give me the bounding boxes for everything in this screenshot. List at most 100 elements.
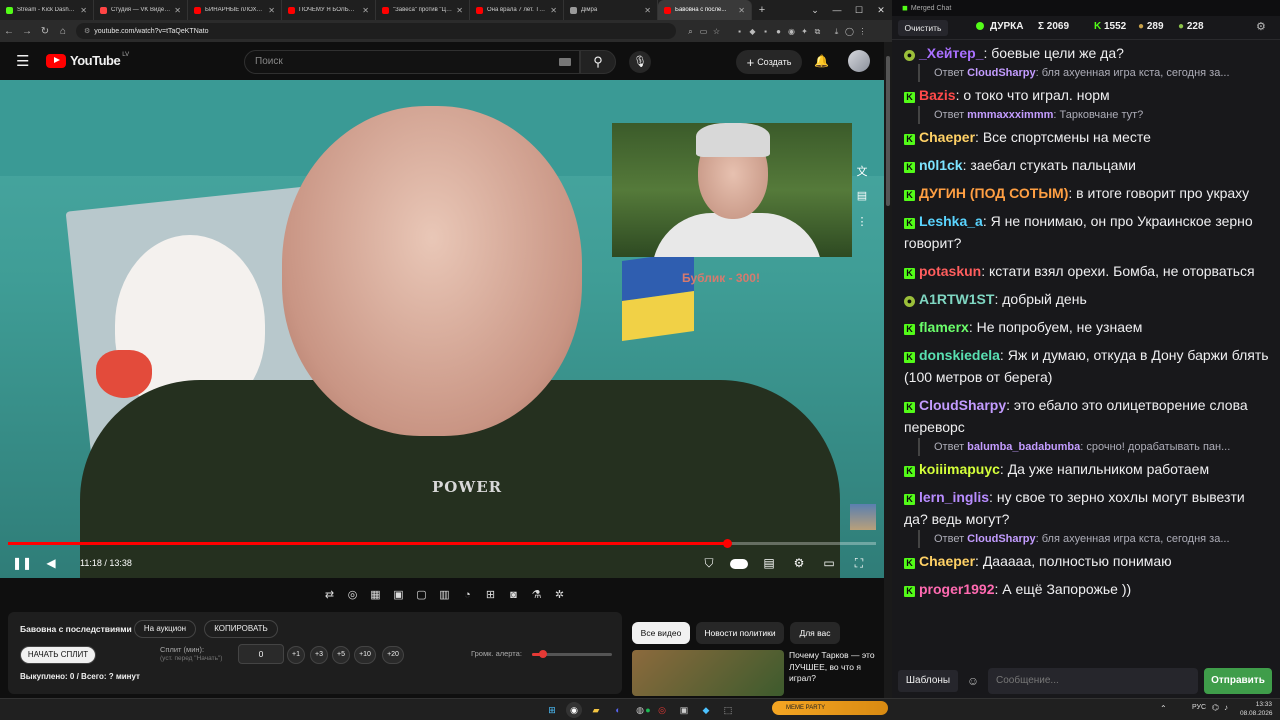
forward-icon[interactable]: → xyxy=(18,26,36,37)
extension-icon-5[interactable]: ◉ xyxy=(785,25,798,38)
chat-username[interactable]: potaskun xyxy=(919,263,981,279)
speed-icon[interactable]: ◔ xyxy=(458,586,477,604)
video-progress-bar[interactable] xyxy=(8,542,876,545)
tab-close-icon[interactable]: ✕ xyxy=(362,6,369,15)
browser-tab[interactable]: Она врала 7 лет. Тёл... ✕ xyxy=(470,0,564,20)
search-button[interactable]: ⚲ xyxy=(580,50,616,74)
start-menu-icon[interactable]: ⊞ xyxy=(544,702,560,718)
pause-icon[interactable]: ❚❚ xyxy=(12,554,32,572)
obs-taskbar-icon[interactable]: ◎ xyxy=(654,702,670,718)
auction-button[interactable]: На аукцион xyxy=(134,620,196,638)
tab-search-icon[interactable]: ⌄ xyxy=(804,5,826,16)
tab-close-icon[interactable]: ✕ xyxy=(550,6,557,15)
tool-settings-icon[interactable]: ✲ xyxy=(550,586,569,604)
minimize-button[interactable]: — xyxy=(826,5,848,15)
chat-username[interactable]: _Хейтер_ xyxy=(919,45,984,61)
chat-message[interactable]: K Bazis: о токо что играл. норм xyxy=(904,84,1272,106)
send-button[interactable]: Отправить xyxy=(1204,668,1272,694)
home-icon[interactable]: ⌂ xyxy=(54,26,72,37)
chat-username[interactable]: lern_inglis xyxy=(919,489,989,505)
extension-icon-4[interactable]: ● xyxy=(772,25,785,38)
downloads-icon[interactable]: ⤓ xyxy=(830,25,843,38)
chat-message[interactable]: Kpotaskun: кстати взял орехи. Бомба, не … xyxy=(904,260,1272,282)
notifications-bell-icon[interactable]: 🔔 xyxy=(814,54,829,68)
browser-tab[interactable]: ПОЧЕМУ Я БОЛЬШЕ... ✕ xyxy=(282,0,376,20)
profile-icon[interactable]: ◯ xyxy=(843,25,856,38)
chat-message[interactable]: K Chaeper: Дааааа, полностью понимаю xyxy=(904,550,1272,572)
chat-username[interactable]: koiiimapuyc xyxy=(919,461,1000,477)
filmstrip-icon[interactable]: ▥ xyxy=(435,586,454,604)
split-minutes-input[interactable]: 0 xyxy=(238,644,284,664)
extension-icon-1[interactable]: ▪ xyxy=(733,25,746,38)
start-split-button[interactable]: НАЧАТЬ СПЛИТ xyxy=(20,646,96,664)
browser-tab[interactable]: Бавовна с после... ✕ xyxy=(658,0,752,20)
tab-close-icon[interactable]: ✕ xyxy=(268,6,275,15)
chat-username[interactable]: donskiedela xyxy=(919,347,1000,363)
create-button[interactable]: + Создать xyxy=(736,50,802,74)
avatar[interactable] xyxy=(848,50,870,72)
youtube-logo[interactable]: YouTube LV xyxy=(46,52,129,68)
media-widget[interactable]: MEME PARTY xyxy=(772,701,888,715)
tray-icons[interactable]: ⌃ xyxy=(1160,704,1167,713)
browser-tab[interactable]: Stream - Kick Dashboa... ✕ xyxy=(0,0,94,20)
chip-for-you[interactable]: Для вас xyxy=(790,622,840,644)
hamburger-menu-icon[interactable]: ☰ xyxy=(16,52,29,70)
browser-tab[interactable]: "Завеса" против "Ци... ✕ xyxy=(376,0,470,20)
chat-message[interactable]: Klern_inglis: ну свое то зерно хохлы мог… xyxy=(904,486,1272,530)
voice-search-icon[interactable]: 🎙 xyxy=(629,51,651,73)
chat-username[interactable]: flamerx xyxy=(919,319,969,335)
chat-message[interactable]: K CloudSharpy: это ебало это олицетворени… xyxy=(904,394,1272,438)
app-taskbar-icon-6[interactable]: ▣ xyxy=(676,702,692,718)
chat-message[interactable]: Kdonskiedela: Яж и думаю, откуда в Дону … xyxy=(904,344,1272,388)
speaker-icon[interactable]: ♪ xyxy=(1224,703,1228,712)
theater-mode-icon[interactable]: ▭ xyxy=(820,554,838,572)
chat-username[interactable]: ДУГИН (ПОД СОТЫМ) xyxy=(919,185,1068,201)
alert-volume-slider[interactable] xyxy=(532,650,612,658)
translate-icon[interactable]: 文 xyxy=(852,163,872,189)
spotify-taskbar-icon[interactable]: ● xyxy=(640,702,656,718)
chat-message[interactable]: Kn0l1ck: заебал стукать пальцами xyxy=(904,154,1272,176)
chat-message[interactable]: K ДУГИН (ПОД СОТЫМ): в итоге говорит про … xyxy=(904,182,1272,204)
volume-icon[interactable]: ◀ xyxy=(42,554,60,572)
input-language[interactable]: РУС xyxy=(1192,704,1206,711)
browser-tab[interactable]: Дiмра ✕ xyxy=(564,0,658,20)
emoji-icon[interactable]: ☺ xyxy=(962,670,984,692)
chat-message[interactable]: Kkoiiimapuyc: Да уже напильником работае… xyxy=(904,458,1272,480)
tab-close-icon[interactable]: ✕ xyxy=(80,6,87,15)
more-options-icon[interactable]: ⋮ xyxy=(852,215,872,241)
copy-button[interactable]: КОПИРОВАТЬ xyxy=(204,620,278,638)
recommended-title[interactable]: Почему Тарков — это ЛУЧШЕЕ, во что я игр… xyxy=(789,650,881,685)
app-taskbar-icon-8[interactable]: ⬚ xyxy=(720,702,736,718)
network-icon[interactable]: ⌬ xyxy=(1212,703,1219,712)
browser-tab[interactable]: БИНАРНЫЕ пЛОХОП... ✕ xyxy=(188,0,282,20)
extension-icon-3[interactable]: ▪ xyxy=(759,25,772,38)
pip-icon[interactable]: ▢ xyxy=(412,586,431,604)
chat-username[interactable]: CloudSharpy xyxy=(919,397,1006,413)
progress-scrubber[interactable] xyxy=(722,539,732,548)
url-field[interactable]: ⚙ youtube.com/watch?v=tTaQeKTNato xyxy=(76,23,676,39)
clock[interactable]: 13:33 08.08.2026 xyxy=(1240,700,1273,718)
app-taskbar-icon-7[interactable]: ◆ xyxy=(698,702,714,718)
back-icon[interactable]: ← xyxy=(0,26,18,37)
add-10-button[interactable]: +10 xyxy=(354,646,376,664)
chrome-taskbar-icon[interactable]: ◉ xyxy=(566,702,582,718)
flask-icon[interactable]: ⚗ xyxy=(527,586,546,604)
loop-icon[interactable]: ⇄ xyxy=(320,586,339,604)
chat-username[interactable]: Bazis xyxy=(919,87,956,103)
extensions-puzzle-icon[interactable]: ⧉ xyxy=(811,25,824,38)
keyboard-icon[interactable] xyxy=(559,58,571,66)
chat-message[interactable]: Kproger1992: А ещё Запорожье )) xyxy=(904,578,1272,600)
extension-icon-2[interactable]: ◆ xyxy=(746,25,759,38)
chat-username[interactable]: n0l1ck xyxy=(919,157,963,173)
add-1-button[interactable]: +1 xyxy=(287,646,305,664)
chip-politics-news[interactable]: Новости политики xyxy=(696,622,784,644)
reload-icon[interactable]: ↻ xyxy=(36,26,54,37)
recommended-thumbnail[interactable] xyxy=(632,650,784,696)
bookmark-star-icon[interactable]: ☆ xyxy=(710,25,723,38)
chat-username[interactable]: Leshka_a xyxy=(919,213,983,229)
reply-username[interactable]: balumba_badabumba xyxy=(967,441,1080,453)
templates-button[interactable]: Шаблоны xyxy=(898,670,958,692)
video-player[interactable]: POWER Бублик - 300! 文 ▤ ⋮ xyxy=(0,80,884,578)
chat-message[interactable]: Kflamerx: Не попробуем, не узнаем xyxy=(904,316,1272,338)
tab-close-icon[interactable]: ✕ xyxy=(456,6,463,15)
